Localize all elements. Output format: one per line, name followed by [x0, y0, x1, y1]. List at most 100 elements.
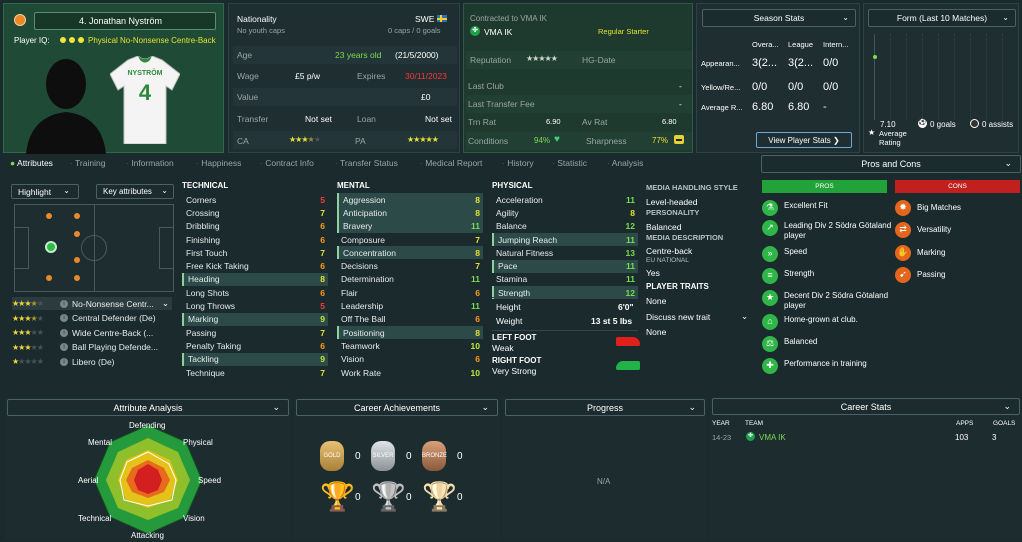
radar-axis-label: Attacking: [131, 531, 164, 540]
info-icon[interactable]: i: [60, 299, 68, 308]
club-name[interactable]: VMA IK: [484, 27, 512, 37]
attribute-name: Aggression: [343, 194, 386, 205]
sharpness-label: Sharpness: [586, 136, 627, 146]
attribute-row[interactable]: First Touch 7: [182, 246, 328, 259]
info-icon[interactable]: i: [60, 314, 68, 322]
attribute-row[interactable]: Concentration 8: [337, 246, 483, 260]
attribute-row[interactable]: Agility 8: [492, 206, 638, 219]
attribute-row[interactable]: Tackling 9: [182, 352, 328, 366]
career-achievements-header[interactable]: Career Achievements ⌄: [296, 399, 498, 416]
attribute-row[interactable]: Jumping Reach 11: [492, 232, 638, 247]
info-icon[interactable]: i: [60, 328, 68, 337]
tab-happiness[interactable]: · Happiness: [196, 158, 241, 168]
attribute-row[interactable]: Dribbling 6: [182, 220, 328, 233]
attribute-row[interactable]: Anticipation 8: [337, 206, 483, 220]
tab-history[interactable]: · History: [502, 158, 534, 168]
attribute-row[interactable]: Free Kick Taking 6: [182, 260, 328, 273]
season-stats-panel: Season Stats ⌄ Overa... League Intern... …: [696, 3, 860, 153]
club-crest-icon: ✤: [470, 26, 480, 36]
weight-value: 13 st 5 lbs: [591, 316, 633, 326]
attribute-value: 8: [475, 327, 480, 338]
role-row[interactable]: ★★★★★ i Wide Centre-Back (...: [12, 326, 172, 339]
career-stats-header[interactable]: Career Stats ⌄: [712, 398, 1020, 415]
attribute-row[interactable]: Heading 8: [182, 272, 328, 287]
attribute-row[interactable]: Bravery 11: [337, 219, 483, 233]
last-transfer-label: Last Transfer Fee: [468, 99, 535, 109]
attribute-row[interactable]: Natural Fitness 13: [492, 246, 638, 259]
attribute-row[interactable]: Balance 12: [492, 220, 638, 233]
season-value: 3(2...: [752, 57, 778, 69]
trophy-count: 0: [457, 492, 463, 503]
attribute-row[interactable]: Finishing 6: [182, 233, 328, 246]
attribute-value: 9: [320, 354, 325, 365]
attribute-row[interactable]: Vision 6: [337, 353, 483, 366]
attribute-row[interactable]: Stamina 11: [492, 273, 638, 286]
silver-medal-icon: SILVER: [371, 441, 395, 471]
tab-analysis[interactable]: · Analysis: [607, 158, 643, 168]
key-attributes-dropdown[interactable]: Key attributes ⌄: [96, 184, 174, 199]
attribute-row[interactable]: Off The Ball 6: [337, 313, 483, 326]
tab-information[interactable]: · Information: [126, 158, 174, 168]
attribute-row[interactable]: Positioning 8: [337, 326, 483, 340]
attribute-value: 7: [320, 367, 325, 378]
attribute-row[interactable]: Penalty Taking 6: [182, 339, 328, 352]
chevron-down-icon[interactable]: ⌄: [162, 298, 169, 309]
attribute-name: Penalty Taking: [186, 340, 242, 351]
attribute-row[interactable]: Flair 6: [337, 286, 483, 299]
attribute-row[interactable]: Decisions 7: [337, 260, 483, 273]
highlight-dropdown[interactable]: Highlight ⌄: [11, 184, 79, 199]
attribute-analysis-header[interactable]: Attribute Analysis ⌄: [7, 399, 289, 416]
sharpness-value: 77%: [652, 136, 669, 145]
tab-medical-report[interactable]: · Medical Report: [420, 158, 482, 168]
attribute-value: 5: [320, 301, 325, 312]
role-row[interactable]: ★★★★★ i No-Nonsense Centr... ⌄: [12, 297, 172, 310]
tab-training[interactable]: · Training: [70, 158, 105, 168]
role-name: Central Defender (De): [72, 313, 156, 323]
view-player-stats-button[interactable]: View Player Stats ❯: [756, 132, 852, 148]
attribute-row[interactable]: Technique 7: [182, 366, 328, 379]
attribute-row[interactable]: Corners 5: [182, 193, 328, 206]
attribute-row[interactable]: Composure 7: [337, 233, 483, 246]
attribute-name: Flair: [341, 287, 358, 298]
attribute-row[interactable]: Aggression 8: [337, 193, 483, 207]
career-team[interactable]: VMA IK: [759, 433, 786, 442]
tab-statistic[interactable]: · Statistic: [552, 158, 587, 168]
form-dropdown[interactable]: Form (Last 10 Matches) ⌄: [868, 9, 1016, 27]
discuss-trait-dropdown[interactable]: Discuss new trait ⌄: [646, 311, 748, 322]
attribute-row[interactable]: Long Throws 5: [182, 299, 328, 312]
progress-panel: [503, 398, 707, 540]
attribute-row[interactable]: Passing 7: [182, 326, 328, 339]
physical-title: PHYSICAL: [492, 181, 533, 190]
pros-cons-header[interactable]: Pros and Cons ⌄: [761, 155, 1021, 173]
attribute-row[interactable]: Marking 9: [182, 312, 328, 326]
attribute-row[interactable]: Work Rate 10: [337, 366, 483, 379]
attribute-row[interactable]: Leadership 11: [337, 299, 483, 312]
player-name-box[interactable]: 4. Jonathan Nyström: [34, 12, 216, 30]
season-stats-dropdown[interactable]: Season Stats ⌄: [702, 9, 856, 27]
con-item: ⇄ Versatility: [895, 222, 1019, 238]
info-icon[interactable]: i: [60, 357, 68, 366]
attribute-row[interactable]: Teamwork 10: [337, 339, 483, 352]
tab-transfer-status[interactable]: · Transfer Status: [335, 158, 398, 168]
player-card: 4. Jonathan Nyström Player IQ: Physical …: [3, 3, 224, 154]
attribute-row[interactable]: Acceleration 11: [492, 193, 638, 206]
attribute-row[interactable]: Long Shots 6: [182, 286, 328, 299]
radar-axis-label: Speed: [198, 476, 222, 485]
info-icon[interactable]: i: [60, 343, 68, 351]
role-row[interactable]: ★★★★★ i Central Defender (De): [12, 312, 172, 325]
technical-title: TECHNICAL: [182, 181, 229, 190]
progress-header[interactable]: Progress ⌄: [505, 399, 705, 416]
position-dot-natural: [45, 241, 57, 253]
tab-attributes[interactable]: ● Attributes: [10, 158, 53, 168]
role-row[interactable]: ★★★★★ i Libero (De): [12, 355, 172, 368]
position-dot: [46, 213, 52, 219]
tab-contract-info[interactable]: · Contract Info: [260, 158, 314, 168]
career-col: GOALS: [993, 420, 1016, 427]
silver-trophy-icon: 🏆: [371, 481, 406, 512]
attribute-value: 6: [320, 234, 325, 245]
attribute-row[interactable]: Pace 11: [492, 259, 638, 273]
player-silhouette: [26, 59, 106, 154]
role-row[interactable]: ★★★★★ i Ball Playing Defende...: [12, 341, 172, 354]
attribute-row[interactable]: Determination 11: [337, 273, 483, 286]
attribute-row[interactable]: Crossing 7: [182, 206, 328, 219]
